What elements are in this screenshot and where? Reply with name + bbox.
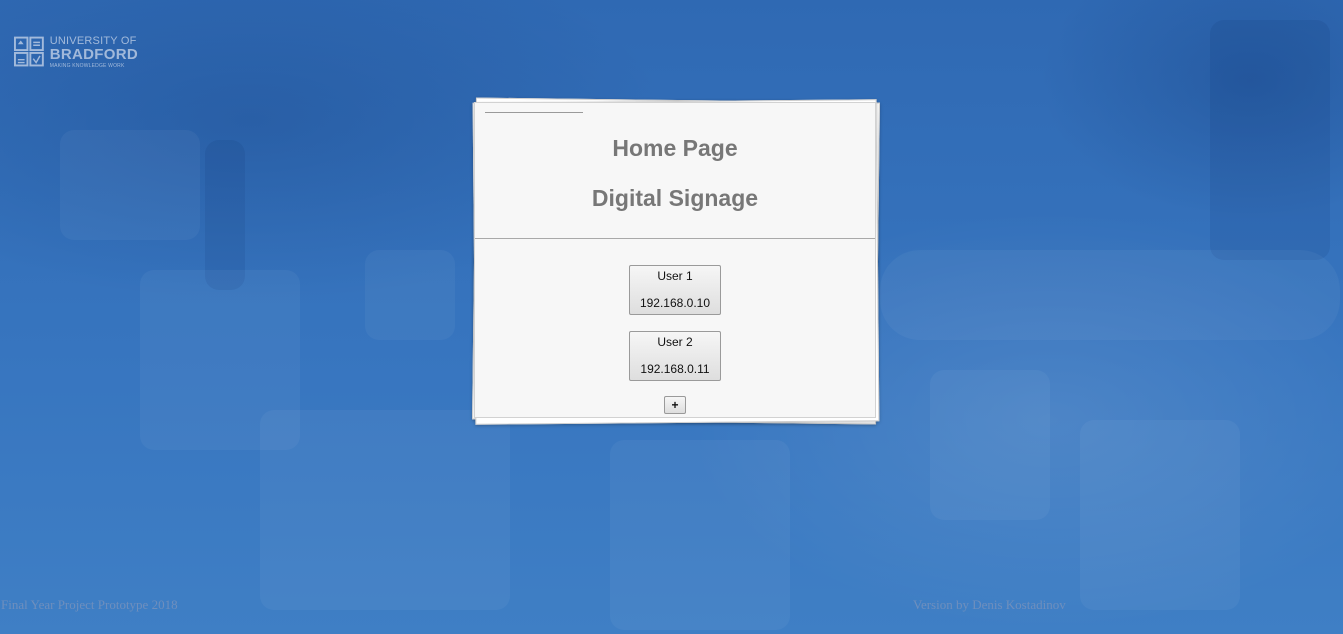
card-header: Home Page Digital Signage bbox=[475, 103, 875, 239]
logo-line-2: BRADFORD bbox=[49, 45, 138, 63]
background-shape bbox=[60, 130, 200, 240]
background-shape bbox=[1210, 20, 1330, 260]
page-subtitle: Digital Signage bbox=[591, 185, 759, 211]
footer-version-text: Version by Denis Kostadinov bbox=[913, 597, 1066, 612]
user-ip: 192.168.0.10 bbox=[639, 296, 711, 310]
user-name: User 2 bbox=[657, 335, 693, 349]
user-1-button[interactable]: User 1 192.168.0.10 bbox=[629, 265, 721, 315]
user-2-button[interactable]: User 2 192.168.0.11 bbox=[629, 331, 721, 381]
background-shape bbox=[365, 250, 455, 340]
background-shape bbox=[1080, 420, 1240, 610]
home-card: Home Page Digital Signage User 1 192.168… bbox=[474, 102, 876, 418]
user-list: User 1 192.168.0.10 User 2 192.168.0.11 … bbox=[475, 239, 875, 414]
divider bbox=[485, 112, 583, 113]
background-shape bbox=[930, 370, 1050, 520]
user-ip: 192.168.0.11 bbox=[640, 362, 710, 376]
background-shape bbox=[610, 440, 790, 630]
footer-project-text: Final Year Project Prototype 2018 bbox=[1, 597, 178, 612]
add-user-button[interactable]: + bbox=[664, 396, 686, 414]
logo-line-1: UNIVERSITY OF bbox=[49, 34, 137, 47]
university-logo: UNIVERSITY OF BRADFORD MAKING KNOWLEDGE … bbox=[14, 34, 138, 70]
user-name: User 1 bbox=[657, 269, 693, 283]
university-logo-text: UNIVERSITY OF BRADFORD MAKING KNOWLEDGE … bbox=[49, 34, 138, 69]
logo-tagline: MAKING KNOWLEDGE WORK bbox=[49, 62, 125, 69]
university-crest-icon bbox=[14, 36, 44, 67]
background-shape bbox=[260, 410, 510, 610]
background-shape bbox=[205, 140, 245, 290]
background-shape bbox=[880, 250, 1340, 340]
